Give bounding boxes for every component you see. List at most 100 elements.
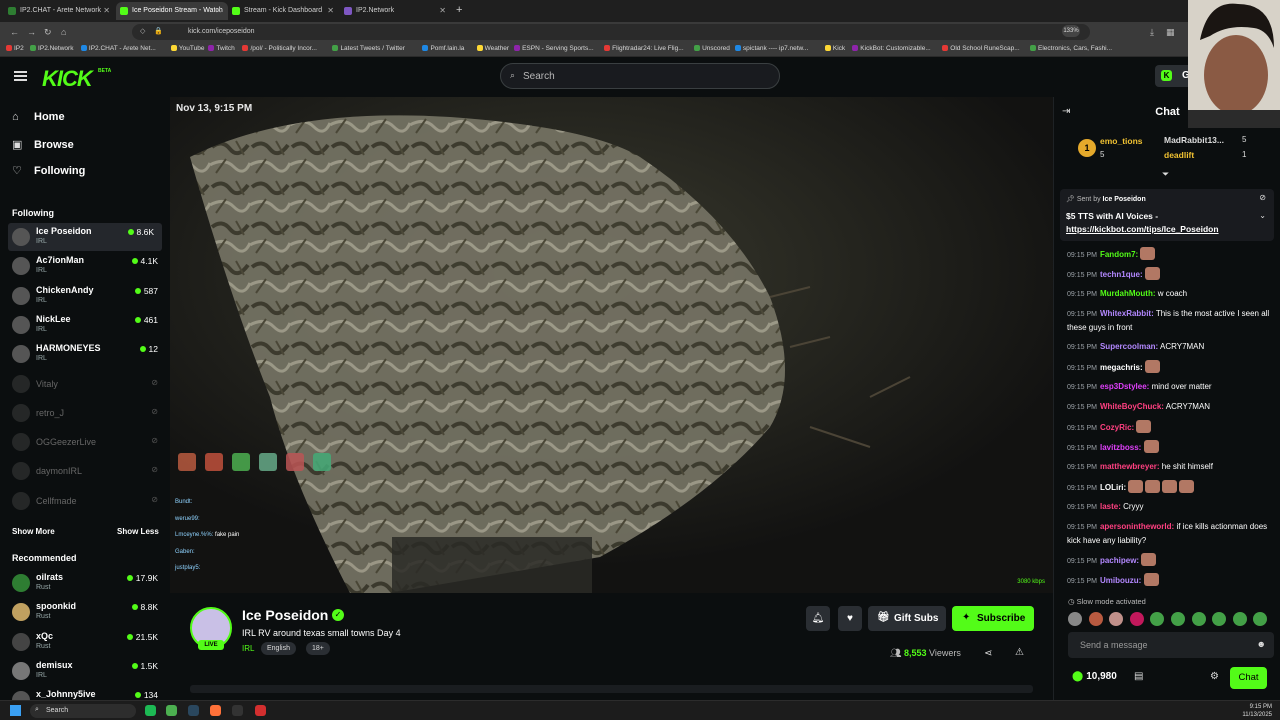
chat-username[interactable]: megachris: [1100, 363, 1143, 372]
bookmark-item[interactable]: /pol/ - Politically Incor... [242, 45, 317, 52]
zoom-badge[interactable]: 133% [1062, 25, 1080, 37]
following-channel[interactable]: NickLee IRL 461 [0, 311, 166, 339]
chevron-down-icon[interactable]: ⌄ [1259, 211, 1266, 220]
send-chat-button[interactable]: Chat [1230, 667, 1267, 689]
quick-emote[interactable] [1129, 612, 1144, 626]
following-channel[interactable]: ChickenAndy IRL 587 [0, 282, 166, 310]
chat-username[interactable]: apersonintheworld: [1100, 522, 1174, 531]
firefox-icon[interactable] [210, 705, 221, 716]
following-channel[interactable]: HARMONEYES IRL 12 [0, 340, 166, 368]
bookmark-item[interactable]: IP2.CHAT - Arete Net... [80, 45, 156, 52]
bookmark-item[interactable]: Unscored [694, 45, 730, 52]
close-tab-icon[interactable]: ✕ [103, 6, 110, 15]
nav-following[interactable]: ♡ Following [12, 164, 85, 177]
tag-mature[interactable]: 18+ [306, 642, 330, 655]
quick-emote[interactable] [1253, 612, 1268, 626]
quick-emote[interactable] [1191, 612, 1206, 626]
expand-leaderboard-icon[interactable]: ⏷ [1162, 169, 1169, 180]
bookmark-item[interactable]: Kick [824, 45, 845, 52]
streamer-name[interactable]: Ice Poseidon [242, 607, 328, 623]
taskbar-search[interactable]: ⌕ Search [30, 704, 136, 718]
chrome-icon[interactable] [166, 705, 177, 716]
show-less-button[interactable]: Show Less [117, 527, 159, 536]
following-channel[interactable]: OGGeezerLive ⊘ [0, 428, 166, 456]
following-channel[interactable]: Vitaly ⊘ [0, 370, 166, 398]
chat-settings-icon[interactable]: ⚙ [1210, 671, 1219, 682]
report-icon[interactable]: ⚠ [1015, 647, 1024, 658]
chat-input[interactable]: Send a message ☻ [1068, 632, 1274, 658]
tab-kick-stream[interactable]: Ice Poseidon Stream - Watch ✕ [116, 2, 228, 20]
steam-icon[interactable] [188, 705, 199, 716]
bookmark-item[interactable]: ESPN - Serving Sports... [514, 45, 594, 52]
bookmark-item[interactable]: Latest Tweets / Twitter [332, 45, 405, 52]
tab-kick-dashboard[interactable]: Stream - Kick Dashboard ✕ [228, 2, 340, 20]
new-tab-icon[interactable]: + [456, 4, 462, 16]
quick-emote[interactable] [1232, 612, 1247, 626]
chat-username[interactable]: techn1que: [1100, 270, 1143, 279]
bookmark-item[interactable]: Pomf.lain.la [422, 45, 464, 52]
pinned-link[interactable]: https://kickbot.com/tips/Ice_Poseidon [1066, 224, 1219, 234]
nav-home[interactable]: ⌂ Home [12, 111, 65, 123]
bookmark-item[interactable]: spictank ---- ip7.netw... [734, 45, 808, 52]
chat-username[interactable]: lavitzboss: [1100, 443, 1141, 452]
chat-username[interactable]: esp3Dstylee: [1100, 382, 1149, 391]
chat-username[interactable]: MurdahMouth: [1100, 289, 1156, 298]
search-input[interactable]: ⌕ Search [500, 63, 780, 89]
unpin-icon[interactable]: ⊘ [1259, 193, 1266, 202]
recommended-channel[interactable]: demisux IRL 1.5K [0, 657, 166, 685]
store-icon[interactable]: ▤ [1134, 671, 1143, 682]
chat-username[interactable]: WhiteBoyChuck: [1100, 402, 1164, 411]
chat-username[interactable]: matthewbreyer: [1100, 462, 1160, 471]
recommended-channel[interactable]: xQc Rust 21.5K [0, 628, 166, 656]
quick-emote[interactable] [1150, 612, 1165, 626]
close-tab-icon[interactable]: ✕ [439, 6, 446, 15]
chat-username[interactable]: laste: [1100, 502, 1121, 511]
bookmark-item[interactable]: YouTube [170, 45, 204, 52]
menu-icon[interactable] [14, 71, 27, 81]
kick-logo[interactable]: KICK BETA [42, 66, 111, 92]
extensions-icon[interactable]: ▦ [1166, 27, 1175, 38]
bookmark-item[interactable]: IP2 [6, 45, 24, 52]
bookmark-item[interactable]: KickBot: Customizable... [852, 45, 931, 52]
bookmark-item[interactable]: IP2.Network [30, 45, 73, 52]
spotify-icon[interactable] [145, 705, 156, 716]
windows-start-icon[interactable] [10, 705, 21, 716]
following-channel[interactable]: Ac7ionMan IRL 4.1K [0, 252, 166, 280]
bookmark-item[interactable]: Weather [476, 45, 509, 52]
following-channel[interactable]: retro_J ⊘ [0, 399, 166, 427]
channel-points[interactable]: ⬤ 10,980 [1072, 671, 1117, 682]
tag-language[interactable]: English [261, 642, 296, 655]
close-tab-icon[interactable]: ✕ [215, 6, 222, 15]
capcut-icon[interactable] [232, 705, 243, 716]
chat-username[interactable]: CozyRic: [1100, 423, 1134, 432]
download-icon[interactable]: ⤓ [1150, 27, 1154, 38]
subscribe-button[interactable]: ✦ Subscribe [952, 606, 1034, 631]
leader-name[interactable]: deadlift [1164, 150, 1194, 160]
stream-category[interactable]: IRL [242, 644, 254, 653]
share-icon[interactable]: ⋖ [984, 648, 992, 659]
chat-username[interactable]: pachipew: [1100, 556, 1139, 565]
nav-browse[interactable]: ▣ Browse [12, 138, 74, 151]
quick-emote[interactable] [1088, 612, 1103, 626]
follow-heart-button[interactable]: ♥ [838, 606, 862, 631]
bookmark-item[interactable]: Flightradar24: Live Flig... [604, 45, 684, 52]
bookmark-item[interactable]: Old School RuneScap... [942, 45, 1020, 52]
chat-username[interactable]: LOLiri: [1100, 483, 1126, 492]
tab-ip2-chat[interactable]: IP2.CHAT - Arete Network ✕ [4, 2, 116, 20]
quick-emote[interactable] [1068, 612, 1082, 626]
leader-name[interactable]: emo_tions [1100, 136, 1143, 146]
tab-ip2-network[interactable]: IP2.Network ✕ [340, 2, 452, 20]
home-page-icon[interactable]: ⌂ [61, 27, 66, 37]
quick-emote[interactable] [1109, 612, 1124, 626]
notification-bell-button[interactable]: 🔔︎ [806, 606, 830, 631]
following-channel[interactable]: Ice Poseidon IRL 8.6K [8, 223, 162, 251]
chat-username[interactable]: Fandom7: [1100, 250, 1138, 259]
chat-username[interactable]: Supercoolman: [1100, 342, 1158, 351]
reload-icon[interactable]: ↻ [44, 27, 52, 38]
back-icon[interactable]: ← [10, 27, 19, 37]
chat-username[interactable]: Umibouzu: [1100, 576, 1141, 585]
bookmark-item[interactable]: Electronics, Cars, Fashi... [1030, 45, 1112, 52]
bookmark-item[interactable]: Twitch [208, 45, 235, 52]
gift-subs-button[interactable]: 🎁︎ Gift Subs [868, 606, 946, 631]
emoji-icon[interactable]: ☻ [1257, 639, 1266, 649]
